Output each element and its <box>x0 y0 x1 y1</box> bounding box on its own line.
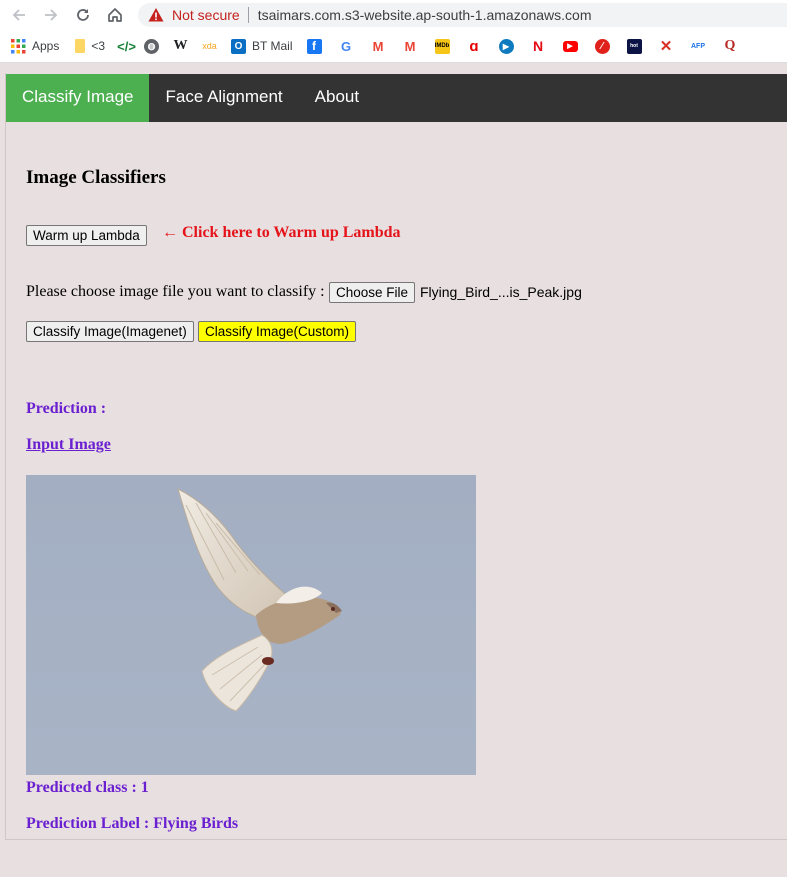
imdb-icon: IMDb <box>434 38 450 54</box>
bookmark-facebook[interactable]: f <box>306 33 322 59</box>
netflix-icon: N <box>532 38 544 54</box>
bookmark-gmail-1[interactable]: M <box>371 33 386 59</box>
page-title: Image Classifiers <box>26 167 166 188</box>
hotstar-icon: hot <box>626 38 642 54</box>
red-icon: ⁄ <box>594 38 610 54</box>
apps-grid-icon <box>11 38 26 54</box>
warm-up-lambda-button[interactable]: Warm up Lambda <box>26 225 147 246</box>
airtel-icon: ɑ <box>469 37 479 55</box>
bookmark-heart[interactable]: <3 <box>75 33 105 59</box>
nav-face-alignment[interactable]: Face Alignment <box>149 74 298 122</box>
google-icon: G <box>340 38 352 54</box>
bookmark-airtel[interactable]: ɑ <box>467 33 482 59</box>
selected-file-name: Flying_Bird_...is_Peak.jpg <box>420 284 582 300</box>
bookmark-imdb[interactable]: IMDb <box>434 33 450 59</box>
bookmark-cross[interactable]: ✕ <box>659 33 674 59</box>
bookmark-gmail-2[interactable]: M <box>403 33 418 59</box>
forward-icon[interactable] <box>40 4 62 26</box>
gmail-icon: M <box>404 38 416 54</box>
bookmark-label: <3 <box>91 39 106 53</box>
address-bar[interactable]: Not secure tsaimars.com.s3-website.ap-so… <box>138 3 787 27</box>
youtube-icon: ▶ <box>562 40 578 52</box>
bookmark-code[interactable]: </> <box>117 33 136 59</box>
back-icon[interactable] <box>8 4 30 26</box>
file-icon <box>75 39 86 53</box>
cross-icon: ✕ <box>659 38 673 55</box>
play-icon: ▶ <box>498 38 514 54</box>
browser-toolbar: Not secure tsaimars.com.s3-website.ap-so… <box>0 0 787 30</box>
reload-icon[interactable] <box>72 4 94 26</box>
warning-icon <box>148 8 164 22</box>
top-navigation: Classify Image Face Alignment About <box>6 74 787 122</box>
globe-icon: ◍ <box>144 38 160 54</box>
url-text[interactable]: tsaimars.com.s3-website.ap-south-1.amazo… <box>258 7 592 23</box>
quora-icon: Q <box>724 38 736 53</box>
bookmark-quora[interactable]: Q <box>723 33 738 59</box>
xda-icon: xda <box>202 41 217 51</box>
bookmark-youtube[interactable]: ▶ <box>562 33 578 59</box>
nav-classify-image[interactable]: Classify Image <box>6 74 150 122</box>
bookmarks-bar: Apps <3 </> ◍ W xda O BT Mail f G M M IM… <box>0 30 787 63</box>
bookmark-red[interactable]: ⁄ <box>594 33 610 59</box>
bookmark-label: BT Mail <box>252 39 293 53</box>
bookmark-btmail[interactable]: O BT Mail <box>231 33 293 59</box>
afp-icon: AFP <box>691 42 705 50</box>
bookmark-apps[interactable]: Apps <box>11 33 59 59</box>
gmail-icon: M <box>372 38 384 54</box>
input-image-link[interactable]: Input Image <box>26 436 111 454</box>
input-image <box>26 475 476 775</box>
bookmark-globe[interactable]: ◍ <box>144 33 160 59</box>
code-icon: </> <box>117 38 136 54</box>
bookmark-netflix[interactable]: N <box>531 33 546 59</box>
nav-about[interactable]: About <box>299 74 375 122</box>
prediction-label-result: Prediction Label : Flying Birds <box>26 815 239 832</box>
wikipedia-icon: W <box>173 38 188 53</box>
bookmark-wikipedia[interactable]: W <box>173 33 188 59</box>
choose-file-label: Please choose image file you want to cla… <box>26 283 325 300</box>
predicted-class: Predicted class : 1 <box>26 779 149 796</box>
bookmark-label: Apps <box>32 39 60 53</box>
choose-file-button[interactable]: Choose File <box>329 282 416 303</box>
facebook-icon: f <box>306 38 322 54</box>
bookmark-afp[interactable]: AFP <box>691 33 706 59</box>
classify-imagenet-button[interactable]: Classify Image(Imagenet) <box>26 321 194 342</box>
bookmark-play[interactable]: ▶ <box>498 33 514 59</box>
warm-up-hint: ← Click here to Warm up Lambda <box>162 224 401 241</box>
bookmark-hotstar[interactable]: hot <box>626 33 642 59</box>
bookmark-google[interactable]: G <box>339 33 354 59</box>
bookmark-xda[interactable]: xda <box>202 33 217 59</box>
home-icon[interactable] <box>104 4 126 26</box>
prediction-heading: Prediction : <box>26 400 107 417</box>
outlook-icon: O <box>231 38 247 54</box>
classify-custom-button[interactable]: Classify Image(Custom) <box>198 321 357 342</box>
security-label[interactable]: Not secure <box>172 7 240 23</box>
omnibox-divider <box>247 7 249 23</box>
